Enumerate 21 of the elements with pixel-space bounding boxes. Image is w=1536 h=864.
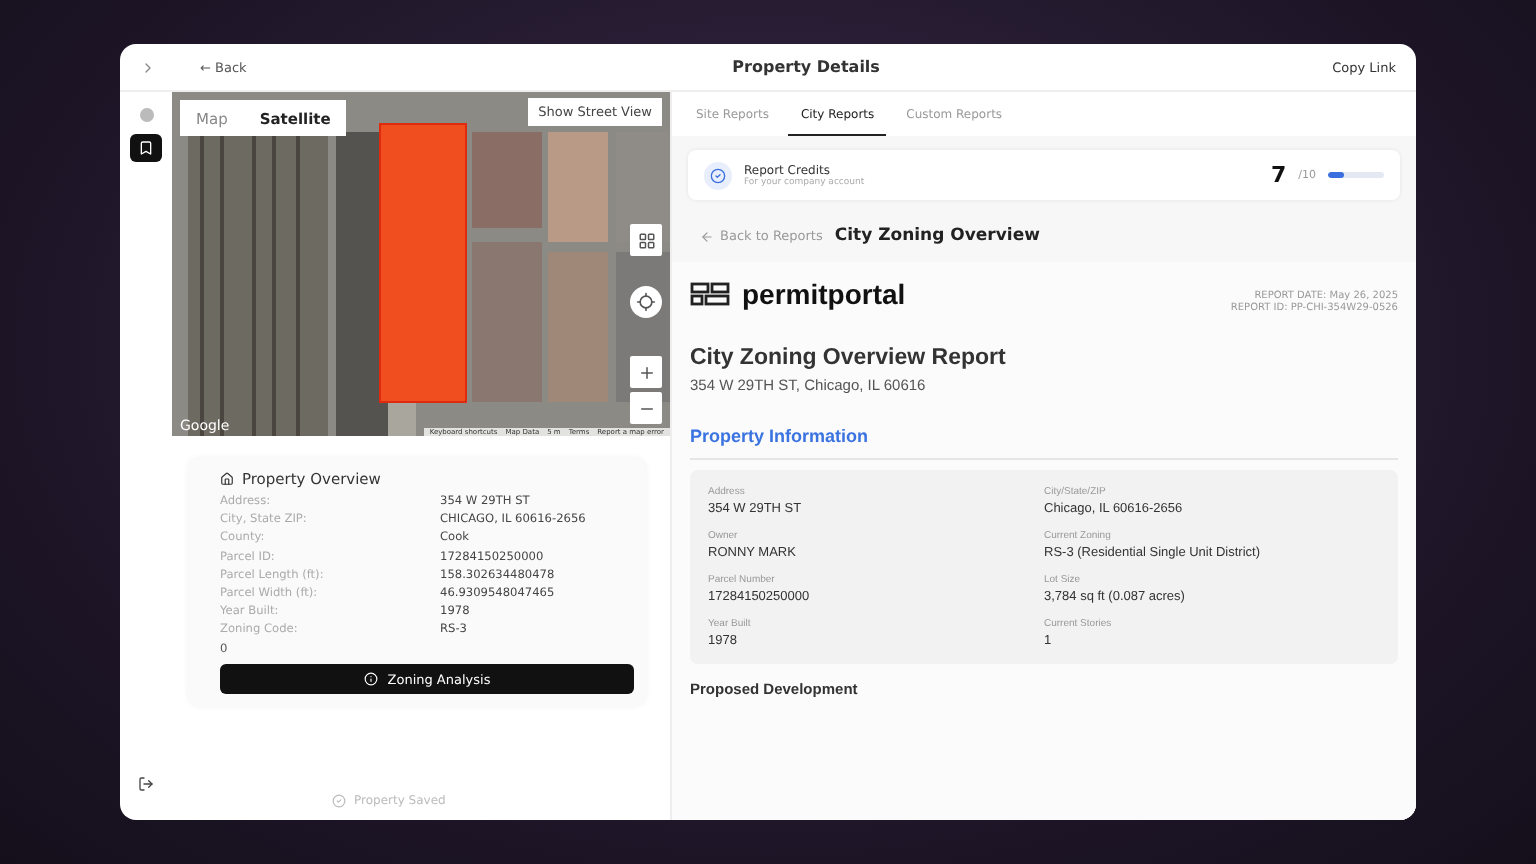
badge-check-icon [704, 161, 732, 189]
arrow-left-icon [700, 229, 714, 243]
check-icon [332, 794, 346, 808]
status-dot [139, 108, 153, 122]
page-title: Property Details [730, 58, 882, 76]
info-icon [363, 672, 378, 687]
bookmark-button[interactable] [130, 134, 162, 162]
brick-logo-icon [690, 282, 730, 306]
report-view-title: City Zoning Overview [834, 226, 1040, 246]
logout-icon[interactable] [138, 776, 154, 792]
report-title: City Zoning Overview Report [690, 346, 1008, 370]
brand-name: permitportal [742, 278, 906, 310]
grid-icon[interactable] [630, 224, 662, 256]
section-heading: Property Information [690, 426, 1398, 460]
bookmark-icon [138, 140, 154, 156]
plus-icon [637, 363, 655, 381]
zoom-out-button[interactable] [630, 392, 662, 424]
chevron-icon[interactable] [140, 59, 156, 75]
zoom-in-button[interactable] [630, 356, 662, 388]
credits-count: 7 [1270, 162, 1287, 188]
home-icon [220, 472, 234, 486]
